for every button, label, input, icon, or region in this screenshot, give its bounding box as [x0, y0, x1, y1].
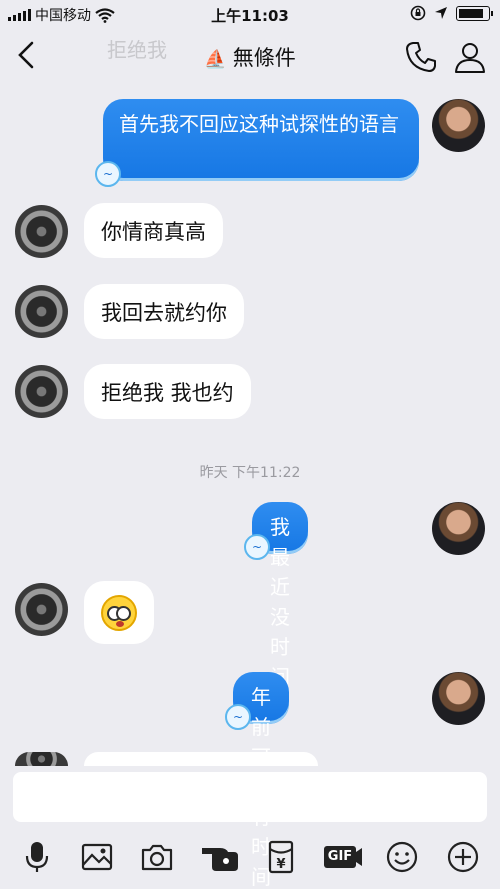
gif-label: GIF — [327, 849, 353, 864]
chat-header: 拒绝我 ⛵ 無條件 — [0, 30, 500, 82]
message-input[interactable] — [13, 772, 487, 822]
avatar-me[interactable] — [432, 99, 485, 152]
bubble-wave-badge-icon: ~ — [244, 534, 270, 560]
avatar-contact[interactable] — [15, 205, 68, 258]
message-bubble[interactable]: 我最近没时间 ~ — [244, 502, 308, 689]
camera-icon[interactable] — [140, 840, 174, 874]
chat-toolbar: ¥ GIF — [0, 832, 500, 882]
avatar-contact[interactable] — [15, 752, 68, 766]
rotation-lock-icon — [410, 5, 426, 21]
bubble-wave-badge-icon: ~ — [225, 704, 251, 730]
microphone-icon[interactable] — [20, 840, 54, 874]
timestamp: 昨天 下午11:22 — [199, 465, 301, 481]
message-bubble[interactable]: 首先我不回应这种试探性的语言 ~ — [95, 99, 419, 187]
phone-icon[interactable] — [404, 40, 438, 74]
message-bubble[interactable]: 你情商真高 — [84, 203, 223, 258]
battery-level — [459, 8, 483, 18]
hand-icon[interactable] — [200, 840, 240, 874]
emoji-icon[interactable] — [385, 840, 419, 874]
message-bubble[interactable]: 年前可能有时间 ~ — [225, 672, 289, 889]
message-text: 我回去就约你 — [101, 300, 227, 325]
avatar-contact[interactable] — [15, 365, 68, 418]
image-icon[interactable] — [80, 840, 114, 874]
svg-text:¥: ¥ — [276, 857, 285, 872]
message-bubble[interactable]: 我回去就约你 — [84, 284, 244, 339]
status-right — [410, 5, 493, 21]
battery-icon — [456, 5, 493, 21]
bubble-wave-badge-icon: ~ — [95, 161, 121, 187]
message-bubble-partial[interactable] — [84, 752, 318, 766]
avatar-me[interactable] — [432, 502, 485, 555]
message-text: 拒绝我 我也约 — [101, 380, 234, 405]
status-bar: 中国移动 上午11:03 — [0, 0, 500, 30]
avatar-me[interactable] — [432, 672, 485, 725]
location-icon — [435, 7, 447, 19]
red-packet-icon[interactable]: ¥ — [264, 840, 298, 874]
message-bubble[interactable] — [84, 581, 154, 644]
message-text: 首先我不回应这种试探性的语言 — [119, 112, 399, 136]
gif-icon[interactable]: GIF — [322, 840, 364, 874]
message-text: 你情商真高 — [101, 219, 206, 244]
profile-icon[interactable] — [453, 40, 487, 74]
chat-title-text: 無條件 — [232, 46, 296, 70]
message-bubble[interactable]: 拒绝我 我也约 — [84, 364, 251, 419]
avatar-contact[interactable] — [15, 583, 68, 636]
message-text: 我最近没时间 — [270, 515, 290, 689]
plus-icon[interactable] — [446, 840, 480, 874]
shocked-face-icon — [101, 594, 137, 631]
avatar-contact[interactable] — [15, 285, 68, 338]
sailboat-icon: ⛵ — [204, 49, 227, 70]
